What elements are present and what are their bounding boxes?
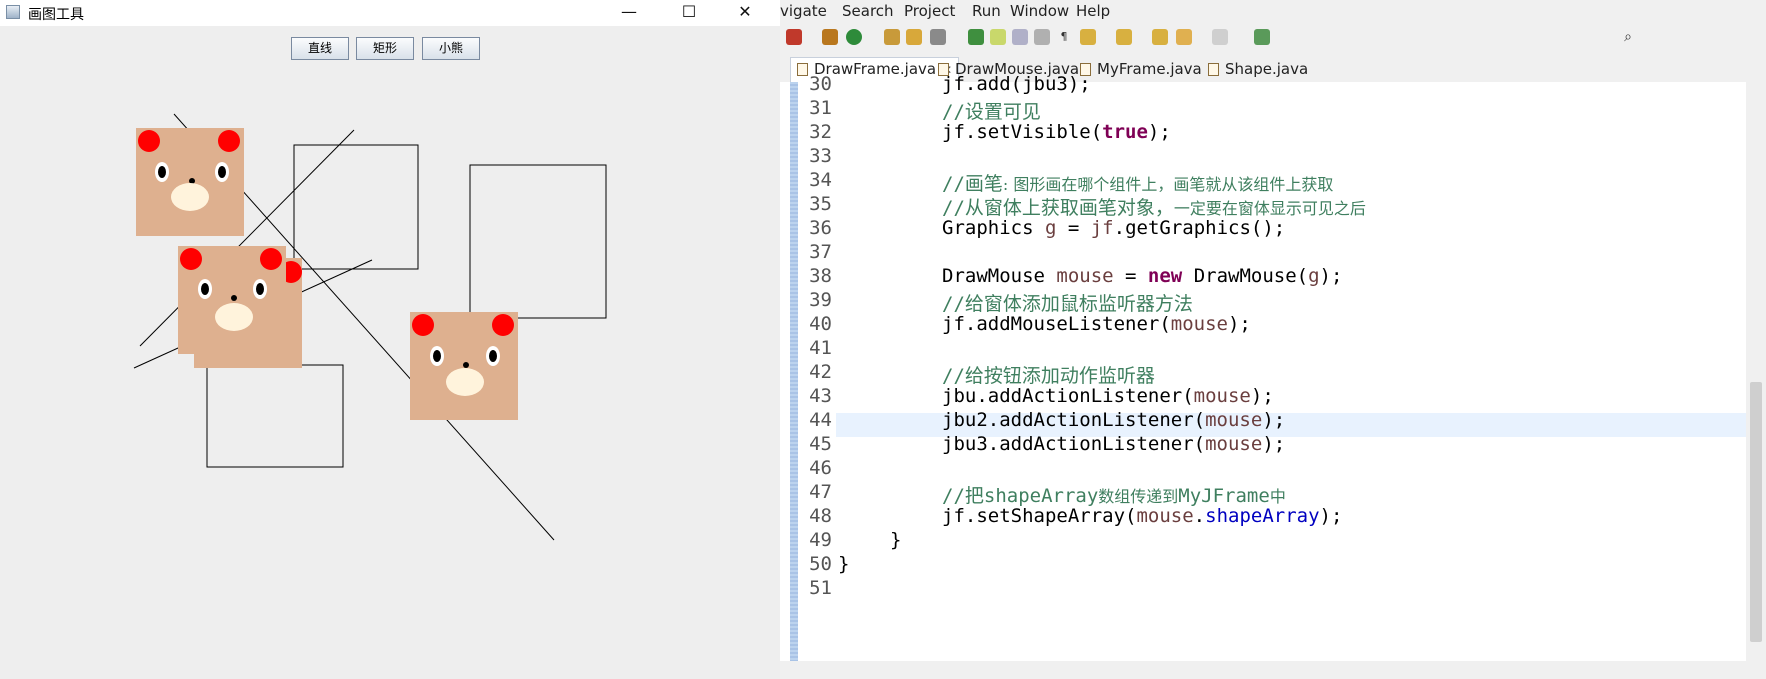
tab-label: MyFrame.java bbox=[1097, 60, 1202, 78]
rectangle-tool-button[interactable]: 矩形 bbox=[356, 37, 414, 60]
vertical-scrollbar[interactable] bbox=[1746, 82, 1766, 679]
tab-shape[interactable]: Shape.java bbox=[1208, 58, 1308, 82]
package-icon[interactable] bbox=[822, 29, 838, 45]
drawing-canvas[interactable] bbox=[0, 0, 780, 679]
line-number: 35 bbox=[809, 193, 832, 215]
code-line: } bbox=[838, 553, 850, 575]
debug-icon[interactable] bbox=[786, 29, 802, 45]
code-line: jbu.addActionListener(mouse); bbox=[942, 385, 1274, 407]
forward-icon[interactable] bbox=[1212, 29, 1228, 45]
menu-project[interactable]: Project bbox=[904, 2, 955, 20]
code-line: jf.setShapeArray(mouse.shapeArray); bbox=[942, 505, 1343, 527]
code-line: jbu3.addActionListener(mouse); bbox=[942, 433, 1286, 455]
last-edit-icon[interactable] bbox=[1152, 29, 1168, 45]
line-number: 32 bbox=[809, 121, 832, 143]
code-line: } bbox=[890, 529, 902, 551]
code-editor[interactable]: 30 31 32 33 34 35 36 37 38 39 40 41 42 4… bbox=[780, 73, 1766, 679]
prev-annotation-icon[interactable] bbox=[1116, 29, 1132, 45]
line-number: 30 bbox=[809, 73, 832, 95]
bear-drawing bbox=[136, 128, 244, 236]
next-annotation-icon[interactable] bbox=[1080, 29, 1096, 45]
line-number: 44 bbox=[809, 409, 832, 431]
line-number: 37 bbox=[809, 241, 832, 263]
line-number: 36 bbox=[809, 217, 832, 239]
line-number: 33 bbox=[809, 145, 832, 167]
line-number: 42 bbox=[809, 361, 832, 383]
line-number: 47 bbox=[809, 481, 832, 503]
eclipse-window: vigate Search Project Run Window Help ¶ … bbox=[780, 0, 1766, 679]
run-icon[interactable] bbox=[846, 29, 862, 45]
overview-ruler bbox=[790, 82, 798, 679]
menu-navigate[interactable]: vigate bbox=[780, 2, 827, 20]
tool-icon[interactable] bbox=[930, 29, 946, 45]
line-tool-button[interactable]: 直线 bbox=[291, 37, 349, 60]
highlight-icon[interactable] bbox=[990, 29, 1006, 45]
open-type-icon[interactable] bbox=[884, 29, 900, 45]
line-number: 31 bbox=[809, 97, 832, 119]
line-number: 48 bbox=[809, 505, 832, 527]
line-number: 46 bbox=[809, 457, 832, 479]
code-line: jf.add(jbu3); bbox=[942, 73, 1091, 95]
code-line: jf.setVisible(true); bbox=[942, 121, 1171, 143]
menu-help[interactable]: Help bbox=[1076, 2, 1110, 20]
line-number: 34 bbox=[809, 169, 832, 191]
show-whitespace-icon[interactable]: ¶ bbox=[1056, 29, 1072, 45]
scrollbar-thumb[interactable] bbox=[1750, 382, 1762, 642]
horizontal-scrollbar[interactable] bbox=[780, 661, 1746, 679]
bear-drawing bbox=[178, 246, 286, 354]
java-file-icon bbox=[1208, 63, 1219, 76]
menu-search[interactable]: Search bbox=[842, 2, 894, 20]
bear-drawing bbox=[410, 312, 518, 420]
open-folder-icon[interactable] bbox=[906, 29, 922, 45]
code-line: DrawMouse mouse = new DrawMouse(g); bbox=[942, 265, 1343, 287]
line-number: 49 bbox=[809, 529, 832, 551]
block-select-icon[interactable] bbox=[1012, 29, 1028, 45]
line-number: 39 bbox=[809, 289, 832, 311]
line-number: 45 bbox=[809, 433, 832, 455]
search-icon[interactable]: ⌕ bbox=[1620, 29, 1636, 45]
menu-bar: vigate Search Project Run Window Help bbox=[780, 0, 1766, 24]
toolbar: ¶ ⌕ bbox=[780, 24, 1766, 54]
line-number: 43 bbox=[809, 385, 832, 407]
drawn-rectangle bbox=[206, 364, 344, 468]
drawing-window: 画图工具 — ☐ ✕ 直线 矩形 小熊 bbox=[0, 0, 780, 679]
search-task-icon[interactable] bbox=[968, 29, 984, 45]
line-number: 38 bbox=[809, 265, 832, 287]
drawn-rectangle bbox=[469, 164, 607, 319]
code-line: jbu2.addActionListener(mouse); bbox=[942, 409, 1286, 431]
code-line: //给按钮添加动作监听器 bbox=[942, 365, 1155, 387]
word-wrap-icon[interactable] bbox=[1034, 29, 1050, 45]
line-number: 51 bbox=[809, 577, 832, 599]
line-number: 41 bbox=[809, 337, 832, 359]
code-line: //画笔: 图形画在哪个组件上，画笔就从该组件上获取 bbox=[942, 173, 1334, 195]
code-line: //给窗体添加鼠标监听器方法 bbox=[942, 293, 1193, 315]
code-line: //把shapeArray数组传递到MyJFrame中 bbox=[942, 485, 1286, 507]
code-line: //设置可见 bbox=[942, 101, 1041, 123]
tab-label: Shape.java bbox=[1225, 60, 1309, 78]
back-icon[interactable] bbox=[1176, 29, 1192, 45]
code-line: Graphics g = jf.getGraphics(); bbox=[942, 217, 1286, 239]
menu-window[interactable]: Window bbox=[1010, 2, 1069, 20]
code-line: //从窗体上获取画笔对象，一定要在窗体显示可见之后 bbox=[942, 197, 1366, 219]
code-line: jf.addMouseListener(mouse); bbox=[942, 313, 1251, 335]
line-number: 50 bbox=[809, 553, 832, 575]
drawn-rectangle bbox=[293, 144, 419, 270]
tab-myframe[interactable]: MyFrame.java bbox=[1080, 58, 1202, 82]
line-number: 40 bbox=[809, 313, 832, 335]
menu-run[interactable]: Run bbox=[972, 2, 1001, 20]
new-window-icon[interactable] bbox=[1254, 29, 1270, 45]
bear-tool-button[interactable]: 小熊 bbox=[422, 37, 480, 60]
